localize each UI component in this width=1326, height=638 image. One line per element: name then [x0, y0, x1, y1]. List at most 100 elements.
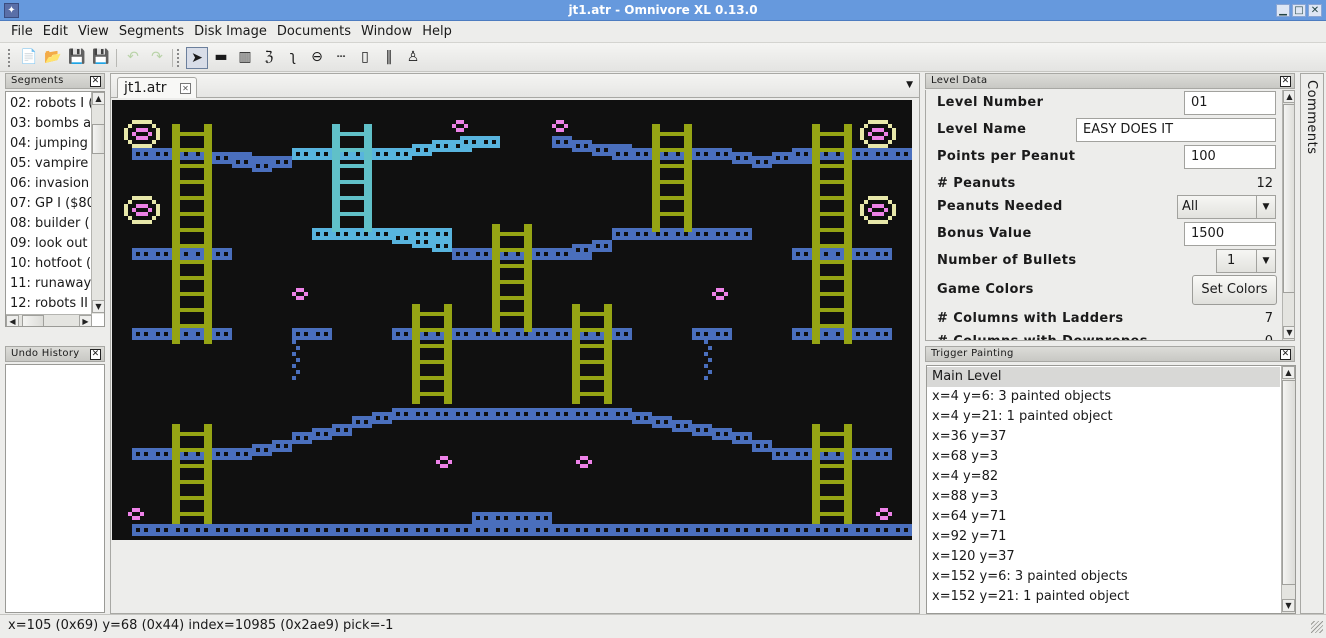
girder[interactable] — [572, 140, 592, 152]
girder[interactable] — [412, 144, 432, 156]
girder[interactable] — [252, 160, 272, 172]
menu-edit[interactable]: Edit — [38, 21, 73, 43]
girder[interactable] — [592, 240, 612, 252]
girder[interactable] — [752, 440, 772, 452]
girder[interactable] — [352, 416, 372, 428]
resize-grip-icon[interactable] — [1311, 621, 1323, 633]
segments-list[interactable]: 02: robots I (03: bombs a 04: jumping 05: … — [5, 91, 105, 327]
set-colors-button[interactable]: Set Colors — [1192, 275, 1277, 305]
peanuts-needed-dropdown[interactable]: All ▼ — [1177, 195, 1276, 219]
girder[interactable] — [672, 420, 692, 432]
menu-window[interactable]: Window — [356, 21, 417, 43]
segment-list-item[interactable]: 03: bombs a — [6, 114, 92, 134]
segment-list-item[interactable]: 07: GP I ($80 — [6, 194, 92, 214]
toolbar-grip[interactable] — [8, 49, 12, 67]
up-rope-tool-button[interactable]: ℨ — [258, 47, 280, 69]
menu-disk-image[interactable]: Disk Image — [189, 21, 272, 43]
peanut[interactable] — [552, 120, 568, 132]
girder[interactable] — [632, 412, 652, 424]
trigger-list-item[interactable]: x=4 y=82 — [927, 467, 1280, 487]
girder[interactable] — [392, 408, 632, 420]
trigger-list-item[interactable]: x=64 y=71 — [927, 507, 1280, 527]
trigger-painting-scrollbar[interactable]: ▲ ▼ — [1281, 366, 1295, 613]
ladder[interactable] — [412, 304, 452, 404]
girder[interactable] — [272, 440, 292, 452]
down-rope-tool-button[interactable]: ʅ — [282, 47, 304, 69]
segment-list-item[interactable]: 11: runaway — [6, 274, 92, 294]
girder[interactable] — [312, 428, 332, 440]
ladder[interactable] — [812, 424, 852, 524]
scroll-down-arrow-icon[interactable]: ▼ — [92, 300, 104, 313]
close-panel-icon[interactable]: ✕ — [1280, 349, 1291, 360]
new-file-button[interactable]: 📄 — [18, 47, 40, 69]
peanut[interactable] — [436, 456, 452, 468]
trigger-list-item[interactable]: x=36 y=37 — [927, 427, 1280, 447]
girder[interactable] — [132, 328, 232, 340]
scroll-left-arrow-icon[interactable]: ◀ — [6, 315, 19, 326]
girder[interactable] — [292, 432, 312, 444]
peanut[interactable] — [128, 508, 144, 520]
segment-list-item[interactable]: 08: builder ( — [6, 214, 92, 234]
bullet-ring[interactable] — [124, 120, 160, 148]
bullet-ring[interactable] — [860, 196, 896, 224]
peanut[interactable] — [292, 288, 308, 300]
girder[interactable] — [252, 444, 272, 456]
start-position-tool-button[interactable]: ♙ — [402, 47, 424, 69]
level-number-input[interactable]: 01 — [1184, 91, 1276, 115]
scrollbar-thumb[interactable] — [92, 124, 104, 154]
level-data-scrollbar[interactable]: ▲ ▼ — [1282, 90, 1294, 340]
erase-girder-tool-button[interactable]: ┄ — [330, 47, 352, 69]
segment-list-item[interactable]: 04: jumping — [6, 134, 92, 154]
ladder[interactable] — [172, 424, 212, 524]
trigger-list-item[interactable]: x=120 y=37 — [927, 547, 1280, 567]
segment-list-item[interactable]: 10: hotfoot ( — [6, 254, 92, 274]
peanut[interactable] — [452, 120, 468, 132]
trigger-list-item[interactable]: x=152 y=6: 3 painted objects — [927, 567, 1280, 587]
trigger-list-item[interactable]: x=68 y=3 — [927, 447, 1280, 467]
scrollbar-thumb[interactable] — [1283, 104, 1294, 293]
menu-segments[interactable]: Segments — [114, 21, 189, 43]
close-tab-icon[interactable]: ✕ — [180, 83, 191, 94]
points-per-peanut-input[interactable]: 100 — [1184, 145, 1276, 169]
girder[interactable] — [652, 416, 672, 428]
girder[interactable] — [552, 136, 572, 148]
save-button[interactable]: 💾 — [66, 47, 88, 69]
girder[interactable] — [372, 412, 392, 424]
segment-list-item[interactable]: 12: robots II — [6, 294, 92, 312]
trigger-list-item[interactable]: x=4 y=21: 1 painted object — [927, 407, 1280, 427]
scroll-right-arrow-icon[interactable]: ▶ — [79, 315, 92, 326]
toolbar-grip[interactable] — [177, 49, 181, 67]
ladder[interactable] — [652, 124, 692, 232]
number-of-bullets-dropdown[interactable]: 1 ▼ — [1216, 249, 1276, 273]
maximize-button[interactable]: □ — [1292, 4, 1306, 17]
minimize-button[interactable]: ▁ — [1276, 4, 1290, 17]
segment-list-item[interactable]: 09: look out — [6, 234, 92, 254]
segment-list-item[interactable]: 06: invasion — [6, 174, 92, 194]
segment-list-item[interactable]: 02: robots I ( — [6, 94, 92, 114]
ladder[interactable] — [572, 304, 612, 404]
girder[interactable] — [692, 328, 732, 340]
menu-help[interactable]: Help — [417, 21, 457, 43]
menu-file[interactable]: File — [6, 21, 38, 43]
scroll-up-arrow-icon[interactable]: ▲ — [1283, 90, 1294, 103]
peanut[interactable] — [876, 508, 892, 520]
rope[interactable] — [292, 340, 300, 380]
segments-horizontal-scrollbar[interactable]: ◀ ▶ — [6, 314, 92, 326]
erase-ladder-tool-button[interactable]: ▯ — [354, 47, 376, 69]
bonus-value-input[interactable]: 1500 — [1184, 222, 1276, 246]
girder[interactable] — [460, 136, 500, 148]
segment-list-item[interactable]: 05: vampire — [6, 154, 92, 174]
ladder[interactable] — [332, 124, 372, 232]
peanut[interactable] — [712, 288, 728, 300]
girder[interactable] — [792, 248, 892, 260]
girder[interactable] — [272, 156, 292, 168]
ladder[interactable] — [492, 224, 532, 332]
save-as-button[interactable]: 💾 — [90, 47, 112, 69]
close-panel-icon[interactable]: ✕ — [90, 76, 101, 87]
girder[interactable] — [572, 244, 592, 256]
scroll-up-arrow-icon[interactable]: ▲ — [92, 92, 104, 105]
girder[interactable] — [412, 236, 432, 248]
level-name-input[interactable]: EASY DOES IT — [1076, 118, 1276, 142]
close-panel-icon[interactable]: ✕ — [90, 349, 101, 360]
bullet-ring[interactable] — [124, 196, 160, 224]
